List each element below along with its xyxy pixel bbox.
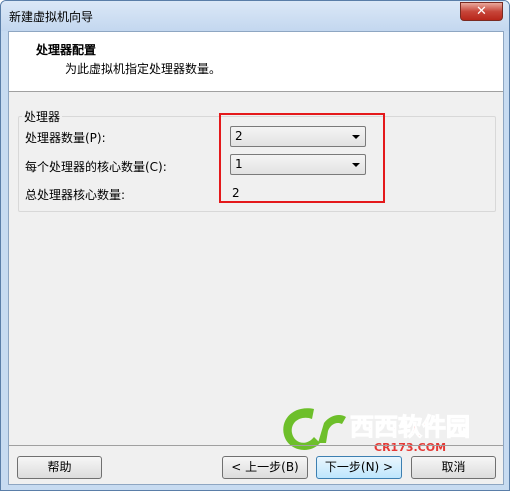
logo-r-shape — [318, 415, 346, 443]
logo-c-shape — [283, 408, 320, 450]
dialog-client-area: 处理器配置 为此虚拟机指定处理器数量。 处理器 处理器数量(P): 2 每个处理… — [8, 31, 504, 485]
window-title: 新建虚拟机向导 — [9, 10, 94, 24]
cancel-button[interactable]: 取消 — [411, 456, 496, 479]
page-subtitle: 为此虚拟机指定处理器数量。 — [65, 62, 222, 76]
cores-per-processor-label: 每个处理器的核心数量(C): — [25, 160, 167, 174]
next-button[interactable]: 下一步(N) > — [316, 456, 402, 479]
processor-count-label: 处理器数量(P): — [25, 131, 106, 145]
total-cores-label: 总处理器核心数量: — [25, 188, 126, 202]
watermark-url-text: CR173.COM — [374, 441, 446, 454]
close-button[interactable]: ✕ — [460, 2, 503, 21]
title-bar[interactable]: 新建虚拟机向导 ✕ — [1, 1, 509, 31]
help-button[interactable]: 帮助 — [17, 456, 102, 479]
page-title: 处理器配置 — [36, 43, 97, 57]
footer-separator — [9, 445, 503, 446]
back-button[interactable]: < 上一步(B) — [222, 456, 308, 479]
wizard-window: 新建虚拟机向导 ✕ 处理器配置 为此虚拟机指定处理器数量。 处理器 处理器数量(… — [0, 0, 510, 491]
watermark-logo: 西西软件园 CR173.COM — [283, 408, 471, 454]
watermark-brand-text: 西西软件园 — [350, 413, 470, 441]
close-icon: ✕ — [476, 4, 487, 19]
processor-group-label: 处理器 — [22, 108, 63, 125]
highlight-box — [219, 113, 385, 203]
wizard-header: 处理器配置 为此虚拟机指定处理器数量。 — [9, 32, 503, 92]
